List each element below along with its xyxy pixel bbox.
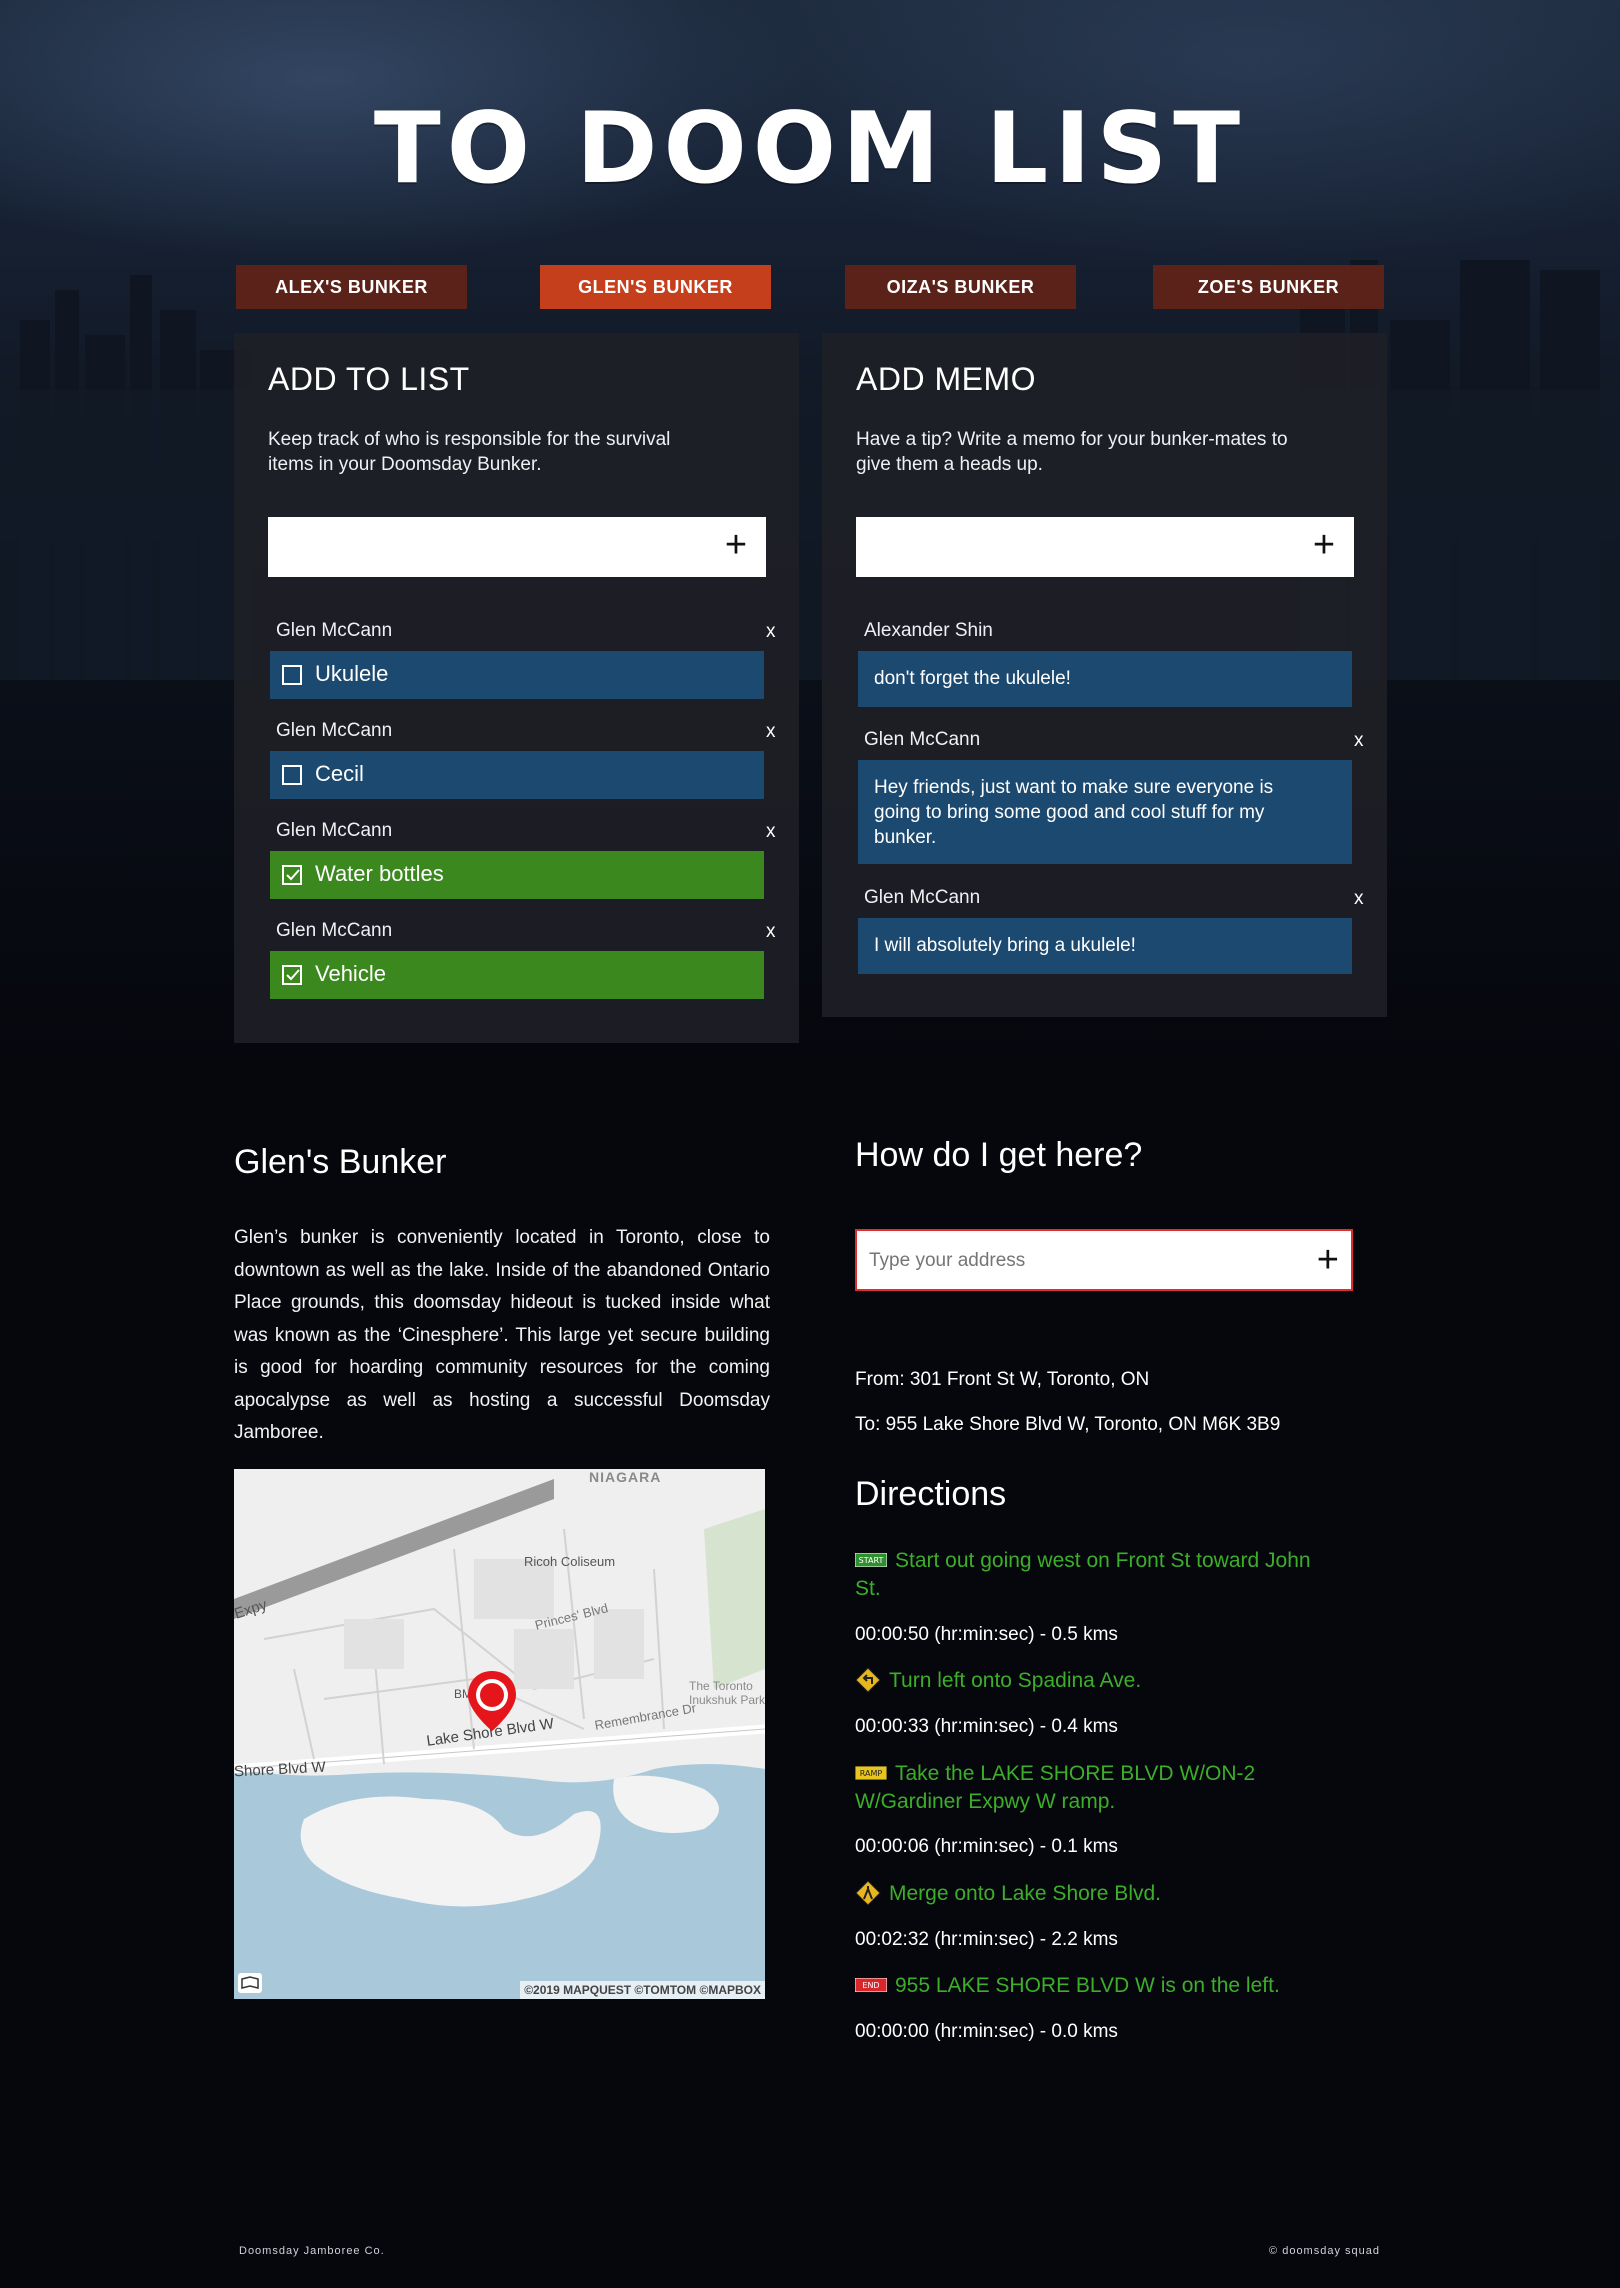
memo-author: Alexander Shin [864, 620, 993, 641]
plus-icon[interactable]: + [716, 525, 756, 565]
plus-icon[interactable]: + [1317, 1240, 1339, 1280]
memo-input[interactable]: + [856, 517, 1354, 577]
direction-step: START Start out going west on Front St t… [854, 1547, 1325, 1603]
checkbox-unchecked[interactable] [282, 765, 302, 785]
plus-icon[interactable]: + [1304, 525, 1344, 565]
end-sign-icon: END [854, 1972, 888, 2000]
memo-card: I will absolutely bring a ukulele! [858, 918, 1352, 974]
directions-form-title: How do I get here? [855, 1136, 1143, 1174]
merge-sign-icon [855, 1880, 881, 1914]
map-label-inukshuk: The Toronto Inukshuk Park [689, 1679, 765, 1707]
map-layers-icon[interactable] [238, 1973, 262, 1993]
ramp-sign-icon: RAMP [854, 1760, 888, 1788]
location-pin-icon[interactable] [466, 1669, 518, 1733]
list-item-author: Glen McCann [276, 920, 393, 941]
list-item[interactable]: Ukulele [270, 651, 764, 699]
bunker-title: Glen's Bunker [234, 1143, 447, 1181]
turn-left-sign-icon [855, 1667, 881, 1701]
direction-step-time: 00:00:33 (hr:min:sec) - 0.4 kms [855, 1716, 1118, 1737]
list-item-text: Cecil [315, 761, 364, 786]
tab-zoes-bunker[interactable]: ZOE'S BUNKER [1153, 265, 1384, 309]
checkbox-checked[interactable] [282, 865, 302, 885]
route-from: From: 301 Front St W, Toronto, ON [855, 1369, 1150, 1390]
checkmark-icon [286, 969, 300, 981]
direction-step-time: 00:00:00 (hr:min:sec) - 0.0 kms [855, 2021, 1118, 2042]
remove-memo-button[interactable]: x [1354, 888, 1364, 910]
memo-panel-description: Have a tip? Write a memo for your bunker… [856, 429, 1288, 475]
map-label-niagara: NIAGARA [589, 1469, 662, 1485]
direction-step-text: Merge onto Lake Shore Blvd. [889, 1882, 1161, 1905]
memo-text: don't forget the ukulele! [874, 668, 1071, 689]
memo-text: Hey friends, just want to make sure ever… [874, 777, 1274, 848]
direction-step-text: Turn left onto Spadina Ave. [889, 1669, 1142, 1692]
remove-item-button[interactable]: x [766, 821, 776, 843]
list-item-author: Glen McCann [276, 620, 393, 641]
checkbox-unchecked[interactable] [282, 665, 302, 685]
bunker-description: Glen’s bunker is conveniently located in… [234, 1227, 770, 1443]
list-item-author: Glen McCann [276, 720, 393, 741]
remove-item-button[interactable]: x [766, 921, 776, 943]
location-map[interactable]: NIAGARA Ricoh Coliseum Princes' Blvd Lak… [234, 1469, 765, 1999]
memo-author: Glen McCann [864, 887, 981, 908]
memo-card: don't forget the ukulele! [858, 651, 1352, 707]
direction-step-text: 955 LAKE SHORE BLVD W is on the left. [895, 1974, 1280, 1997]
list-item-text: Ukulele [315, 661, 389, 686]
address-input[interactable] [867, 1246, 1271, 1276]
remove-item-button[interactable]: x [766, 621, 776, 643]
start-sign-icon: START [854, 1547, 888, 1575]
add-to-list-panel: ADD TO LIST Keep track of who is respons… [234, 333, 799, 1043]
footer-copyright: © doomsday squad [1269, 2245, 1380, 2257]
directions-title: Directions [855, 1475, 1007, 1513]
list-item-text: Vehicle [315, 961, 386, 986]
svg-text:RAMP: RAMP [860, 1769, 883, 1778]
list-item-text: Water bottles [315, 861, 444, 886]
list-item-input[interactable]: + [268, 517, 766, 577]
list-panel-title: ADD TO LIST [268, 361, 470, 397]
memo-text: I will absolutely bring a ukulele! [874, 935, 1136, 956]
map-attribution: ©2019 MAPQUEST ©TOMTOM ©MAPBOX [520, 1981, 765, 1999]
list-panel-description: Keep track of who is responsible for the… [268, 429, 671, 475]
direction-step: Merge onto Lake Shore Blvd. [855, 1880, 1325, 1914]
memo-card: Hey friends, just want to make sure ever… [858, 760, 1352, 864]
list-item-author: Glen McCann [276, 820, 393, 841]
direction-step: RAMP Take the LAKE SHORE BLVD W/ON-2 W/G… [854, 1760, 1325, 1816]
direction-step-time: 00:00:06 (hr:min:sec) - 0.1 kms [855, 1836, 1118, 1857]
direction-step-text: Start out going west on Front St toward … [855, 1549, 1311, 1600]
memo-author: Glen McCann [864, 729, 981, 750]
map-label-coliseum: Ricoh Coliseum [524, 1554, 616, 1569]
address-field[interactable]: + [855, 1229, 1353, 1291]
direction-step-time: 00:02:32 (hr:min:sec) - 2.2 kms [855, 1929, 1118, 1950]
direction-step-text: Take the LAKE SHORE BLVD W/ON-2 W/Gardin… [855, 1762, 1256, 1813]
remove-item-button[interactable]: x [766, 721, 776, 743]
svg-text:START: START [859, 1556, 884, 1565]
direction-step: Turn left onto Spadina Ave. [855, 1667, 1325, 1701]
checkbox-checked[interactable] [282, 965, 302, 985]
memo-panel-title: ADD MEMO [856, 361, 1036, 397]
list-item[interactable]: Vehicle [270, 951, 764, 999]
tab-glens-bunker[interactable]: GLEN'S BUNKER [540, 265, 771, 309]
list-item[interactable]: Cecil [270, 751, 764, 799]
direction-step: END 955 LAKE SHORE BLVD W is on the left… [854, 1972, 1325, 2000]
route-to: To: 955 Lake Shore Blvd W, Toronto, ON M… [855, 1414, 1281, 1435]
footer-company: Doomsday Jamboree Co. [239, 2245, 385, 2257]
remove-memo-button[interactable]: x [1354, 730, 1364, 752]
svg-text:END: END [862, 1981, 879, 1990]
direction-step-time: 00:00:50 (hr:min:sec) - 0.5 kms [855, 1624, 1118, 1645]
tab-oizas-bunker[interactable]: OIZA'S BUNKER [845, 265, 1076, 309]
checkmark-icon [286, 869, 300, 881]
list-item[interactable]: Water bottles [270, 851, 764, 899]
site-title: TO DOOM LIST [373, 92, 1247, 206]
tab-alexs-bunker[interactable]: ALEX'S BUNKER [236, 265, 467, 309]
add-memo-panel: ADD MEMO Have a tip? Write a memo for yo… [822, 333, 1387, 1017]
